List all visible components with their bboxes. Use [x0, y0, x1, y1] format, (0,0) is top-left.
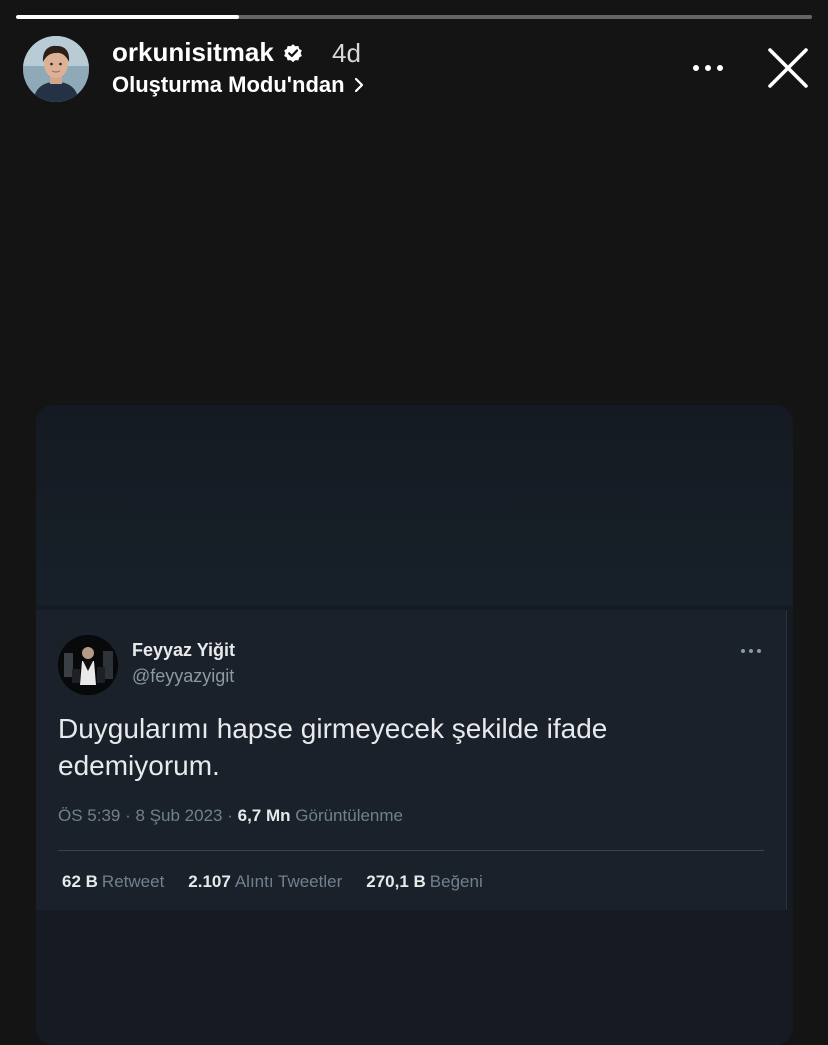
avatar-image	[23, 36, 89, 102]
story-header-username-row[interactable]: orkunisitmak	[112, 37, 304, 68]
tweet-text: Duygularımı hapse girmeyecek şekilde ifa…	[58, 713, 608, 781]
divider	[58, 850, 764, 851]
more-options-icon[interactable]	[688, 58, 728, 78]
tweet-date: 8 Şub 2023	[135, 806, 223, 825]
avatar[interactable]	[23, 36, 89, 102]
tweet-meta: ÖS 5:39 · 8 Şub 2023 · 6,7 Mn Görüntülen…	[58, 806, 403, 826]
chevron-right-icon	[354, 77, 363, 93]
retweet-count: 62 B	[62, 872, 98, 891]
tweet-more-icon	[741, 649, 761, 653]
card-top-shade	[36, 405, 793, 605]
meta-separator: ·	[125, 806, 131, 825]
quote-count: 2.107	[188, 872, 231, 891]
tweet-time: ÖS 5:39	[58, 806, 121, 825]
story-age: 4d	[332, 38, 361, 68]
tweet-avatar-image	[58, 635, 118, 695]
quote-label: Alıntı Tweetler	[234, 872, 343, 891]
tweet: Feyyaz Yiğit @feyyazyigit Duygularımı ha…	[36, 610, 787, 910]
like-count: 270,1 B	[366, 872, 426, 891]
quote-stat: 2.107 Alıntı Tweetler	[188, 872, 342, 892]
retweet-label: Retweet	[101, 872, 165, 891]
like-label: Beğeni	[429, 872, 483, 891]
tweet-views-label: Görüntülenme	[295, 806, 403, 825]
tweet-stats: 62 B Retweet 2.107 Alıntı Tweetler 270,1 B…	[62, 872, 507, 892]
screenshot-card: Feyyaz Yiğit @feyyazyigit Duygularımı ha…	[36, 405, 793, 1045]
story-progress-fill	[16, 15, 239, 19]
tweet-views-count: 6,7 Mn	[237, 806, 291, 825]
tweet-author-name: Feyyaz Yiğit	[132, 640, 236, 660]
created-with-link[interactable]: Oluşturma Modu'ndan	[112, 72, 365, 98]
subtitle-label: Oluşturma Modu'ndan	[112, 72, 345, 97]
retweet-stat: 62 B Retweet	[62, 872, 164, 892]
username[interactable]: orkunisitmak	[112, 37, 274, 68]
story-progress-bar	[16, 15, 812, 19]
verified-badge-icon	[284, 43, 302, 62]
like-stat: 270,1 B Beğeni	[366, 872, 482, 892]
tweet-author-avatar	[58, 635, 118, 695]
close-icon[interactable]	[766, 46, 810, 90]
meta-separator: ·	[227, 806, 233, 825]
tweet-author-handle: @feyyazyigit	[132, 666, 235, 686]
